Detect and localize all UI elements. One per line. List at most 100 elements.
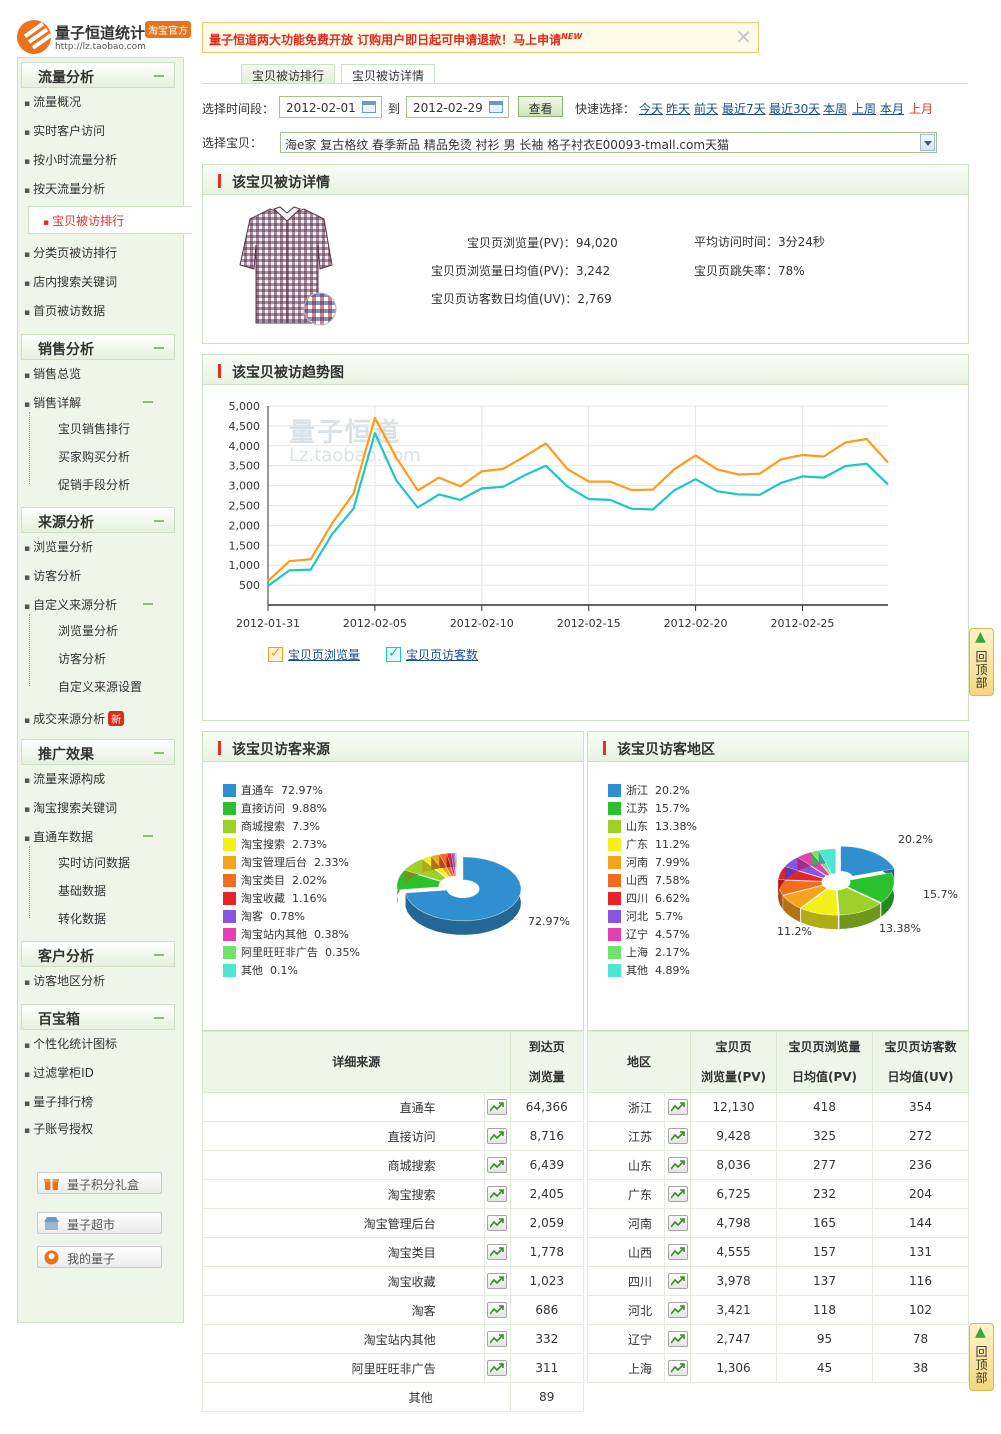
sidebar-sub-custom-settings[interactable]: 自定义来源设置 — [58, 678, 142, 695]
sidebar-item-homepage[interactable]: 首页被访数据 — [24, 302, 105, 319]
collapse-icon[interactable] — [154, 1017, 164, 1019]
back-to-top-button-bottom[interactable]: 回顶部 — [969, 1323, 994, 1391]
legend-pv[interactable]: 宝贝页浏览量 — [268, 645, 360, 663]
trend-cell[interactable] — [483, 1237, 511, 1267]
sidebar-item-rank-list[interactable]: 量子排行榜 — [24, 1093, 93, 1110]
sidebar-item-sales-detail[interactable]: 销售详解 — [24, 394, 81, 411]
sidebar-sub-custom-pv[interactable]: 浏览量分析 — [58, 622, 118, 639]
my-liangzi-button[interactable]: 我的量子 — [37, 1246, 162, 1268]
sidebar-item-realtime-visit[interactable]: 实时客户访问 — [24, 122, 105, 139]
trend-chart-icon[interactable] — [487, 1273, 508, 1289]
trend-cell[interactable] — [483, 1208, 511, 1238]
calendar-icon[interactable] — [489, 101, 503, 113]
trend-cell[interactable] — [664, 1353, 691, 1383]
trend-cell[interactable] — [483, 1150, 511, 1180]
trend-cell[interactable] — [664, 1237, 691, 1267]
sidebar-item-traffic-overview[interactable]: 流量概况 — [24, 93, 81, 110]
sidebar-section-promotion[interactable]: 推广效果 — [21, 739, 175, 765]
trend-chart-icon[interactable] — [487, 1302, 508, 1318]
sidebar-item-item-ranking[interactable]: 宝贝被访排行 — [28, 206, 192, 234]
sidebar-sub-promotion[interactable]: 促销手段分析 — [58, 476, 130, 493]
calendar-icon[interactable] — [362, 101, 376, 113]
sidebar-section-traffic[interactable]: 流量分析 — [21, 62, 175, 88]
start-date-input[interactable]: 2012-02-01 — [279, 96, 382, 118]
sidebar-item-deal-source[interactable]: 成交来源分析新 — [24, 710, 125, 727]
end-date-input[interactable]: 2012-02-29 — [406, 96, 509, 118]
sidebar-item-daily[interactable]: 按天流量分析 — [24, 180, 105, 197]
sidebar-sub-realtime[interactable]: 实时访问数据 — [58, 854, 130, 871]
item-select[interactable]: 海e家 复古格纹 春季新品 精品免烫 衬衫 男 长袖 格子衬衣E00093-tm… — [280, 132, 937, 153]
trend-chart-icon[interactable] — [487, 1244, 508, 1260]
chevron-down-icon[interactable] — [920, 134, 935, 151]
trend-cell[interactable] — [483, 1324, 511, 1354]
trend-chart-icon[interactable] — [487, 1186, 508, 1202]
trend-chart-icon[interactable] — [667, 1360, 688, 1376]
collapse-icon[interactable] — [154, 752, 164, 754]
sidebar-sub-basic[interactable]: 基础数据 — [58, 882, 106, 899]
sidebar-item-region[interactable]: 访客地区分析 — [24, 972, 105, 989]
collapse-icon[interactable] — [154, 520, 164, 522]
trend-cell[interactable] — [664, 1266, 691, 1296]
sidebar-item-sub-account[interactable]: 子账号授权 — [24, 1120, 93, 1137]
quick-last7[interactable]: 最近7天 — [722, 100, 766, 117]
trend-cell[interactable] — [664, 1208, 691, 1238]
sidebar-section-sales[interactable]: 销售分析 — [21, 334, 175, 360]
trend-chart-icon[interactable] — [487, 1128, 508, 1144]
sidebar-sub-conversion[interactable]: 转化数据 — [58, 910, 106, 927]
query-button[interactable]: 查看 — [518, 96, 563, 117]
quick-last-month[interactable]: 上月 — [909, 100, 933, 117]
sidebar-item-ztc-data[interactable]: 直通车数据 — [24, 828, 93, 845]
trend-chart-icon[interactable] — [667, 1273, 688, 1289]
checkbox-icon[interactable] — [268, 645, 283, 662]
trend-cell[interactable] — [483, 1295, 511, 1325]
trend-cell[interactable] — [664, 1092, 691, 1122]
quick-this-week[interactable]: 本周 — [823, 100, 847, 117]
back-to-top-button[interactable]: 回顶部 — [969, 628, 994, 696]
sidebar-item-uv-analysis[interactable]: 访客分析 — [24, 567, 81, 584]
sidebar-item-pv-analysis[interactable]: 浏览量分析 — [24, 538, 93, 555]
close-icon[interactable]: ✕ — [735, 26, 752, 48]
collapse-icon[interactable] — [143, 835, 153, 837]
collapse-icon[interactable] — [154, 75, 164, 77]
trend-chart-icon[interactable] — [667, 1302, 688, 1318]
logo[interactable]: 量子恒道统计 淘宝官方 http://lz.taobao.com — [17, 18, 197, 58]
trend-cell[interactable] — [664, 1150, 691, 1180]
supermarket-button[interactable]: 量子超市 — [37, 1212, 162, 1234]
sidebar-section-source[interactable]: 来源分析 — [21, 507, 175, 533]
trend-chart-icon[interactable] — [667, 1099, 688, 1115]
quick-today[interactable]: 今天 — [639, 100, 663, 117]
sidebar-item-traffic-source[interactable]: 流量来源构成 — [24, 770, 105, 787]
collapse-icon[interactable] — [143, 603, 153, 605]
trend-chart-icon[interactable] — [667, 1331, 688, 1347]
trend-chart-icon[interactable] — [667, 1244, 688, 1260]
trend-chart-icon[interactable] — [487, 1360, 508, 1376]
trend-cell[interactable] — [483, 1121, 511, 1151]
sidebar-sub-custom-uv[interactable]: 访客分析 — [58, 650, 106, 667]
sidebar-item-taobao-keyword[interactable]: 淘宝搜索关键词 — [24, 799, 117, 816]
sidebar-sub-buyer-analysis[interactable]: 买家购买分析 — [58, 448, 130, 465]
trend-chart-icon[interactable] — [667, 1215, 688, 1231]
quick-yesterday[interactable]: 昨天 — [666, 100, 690, 117]
legend-uv[interactable]: 宝贝页访客数 — [386, 645, 478, 663]
sidebar-section-customer[interactable]: 客户分析 — [21, 941, 175, 967]
collapse-icon[interactable] — [143, 401, 153, 403]
checkbox-icon[interactable] — [386, 645, 401, 662]
trend-cell[interactable] — [664, 1295, 691, 1325]
sidebar-item-category-ranking[interactable]: 分类页被访排行 — [24, 244, 117, 261]
trend-chart-icon[interactable] — [667, 1186, 688, 1202]
trend-cell[interactable] — [664, 1121, 691, 1151]
trend-chart-icon[interactable] — [667, 1128, 688, 1144]
trend-cell[interactable] — [664, 1324, 691, 1354]
trend-chart-icon[interactable] — [487, 1099, 508, 1115]
points-gift-button[interactable]: 量子积分礼盒 — [37, 1172, 162, 1194]
trend-chart-icon[interactable] — [667, 1157, 688, 1173]
trend-chart-icon[interactable] — [487, 1331, 508, 1347]
sidebar-item-sales-overview[interactable]: 销售总览 — [24, 365, 81, 382]
trend-cell[interactable] — [483, 1179, 511, 1209]
collapse-icon[interactable] — [154, 954, 164, 956]
quick-last-week[interactable]: 上周 — [852, 100, 876, 117]
notice-text[interactable]: 量子恒道两大功能免费开放 订购用户即日起可申请退款！马上申请NEW — [209, 31, 582, 48]
sidebar-item-custom-icon[interactable]: 个性化统计图标 — [24, 1035, 117, 1052]
sidebar-item-filter-id[interactable]: 过滤掌柜ID — [24, 1064, 94, 1081]
tab-item-detail[interactable]: 宝贝被访详情 — [341, 64, 436, 84]
